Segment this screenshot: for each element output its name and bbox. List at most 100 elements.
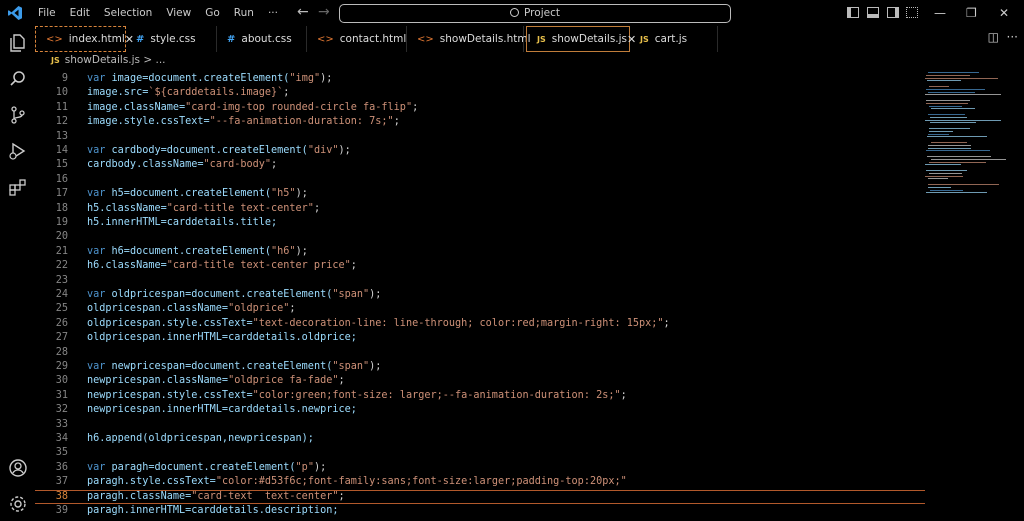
code-text: ; [350,260,357,272]
menu-edit[interactable]: Edit [63,0,97,26]
line-code: var newpricespan=document.createElement(… [87,360,381,374]
minimap-line [927,147,972,149]
minimap[interactable] [925,70,1020,230]
line-code: var h5=document.createElement("h5"); [87,187,308,201]
settings-gear-icon[interactable] [8,494,28,514]
line-code: newpricespan.innerHTML=carddetails.newpr… [87,403,357,417]
minimap-line [926,150,990,152]
tab-about-css[interactable]: # about.css [217,26,307,52]
line-code: image.src=`${carddetails.image}`; [87,86,289,100]
keyword: var [87,361,106,372]
line-number: 13 [55,130,68,142]
close-window-icon[interactable]: ✕ [999,2,1009,24]
tab-label: showDetails.html [439,33,531,45]
menu-file[interactable]: File [31,0,63,26]
minimap-line [929,161,987,163]
toggle-sidebar-icon[interactable] [847,7,859,18]
minimap-line [927,72,980,73]
line-code: newpricespan.className="oldprice fa-fade… [87,374,345,388]
code-line: 21 var h6=document.createElement("h6"); [35,245,925,259]
string-literal: "card-body" [203,159,272,171]
string-literal: "color:green;font-size: larger;--fa-anim… [252,389,621,401]
vertical-scrollbar[interactable] [1016,70,1024,521]
code-line: 31 newpricespan.style.cssText="color:gree… [35,389,925,403]
minimap-line [926,74,971,76]
tab-style-css[interactable]: # style.css [126,26,217,52]
breadcrumb-symbols[interactable]: > ... [143,54,165,66]
minimap-line [928,91,976,93]
code-line: 24 var oldpricespan=document.createElemen… [35,288,925,302]
code-text: ; [289,303,296,315]
forward-arrow-icon[interactable]: → [318,4,330,20]
source-control-icon[interactable] [8,105,28,125]
code-text: ; [412,101,419,113]
string-literal: "p" [295,461,314,473]
menu-view[interactable]: View [159,0,198,26]
line-number: 36 [55,461,68,473]
tab-showdetails-js[interactable]: JS showDetails.js ✕ [526,26,636,52]
menu-selection[interactable]: Selection [97,0,159,26]
line-number: 38 [55,490,68,502]
customize-layout-icon[interactable] [906,7,918,18]
html-file-icon: <> [417,33,434,45]
keyword: var [87,289,106,300]
code-text: newpricespan.className= [87,375,229,387]
line-code: oldpricespan.className="oldprice"; [87,302,296,316]
breadcrumb-file[interactable]: showDetails.js [65,54,140,66]
restore-icon[interactable]: ❐ [966,2,977,24]
code-line: 18 h5.className="card-title text-center"; [35,202,925,216]
minimize-icon[interactable]: — [934,2,946,24]
tab-showdetails-html[interactable]: <> showDetails.html [407,26,531,52]
minimap-line [930,122,976,124]
split-editor-icon[interactable]: ◫ [988,30,999,44]
minimap-line [927,186,951,188]
code-text: image.className= [87,101,186,113]
explorer-icon[interactable] [8,33,28,53]
code-text: oldpricespan.className= [87,303,229,315]
editor-actions: ◫ ··· [988,30,1018,44]
code-line: 36 var paragh=document.createElement("p")… [35,461,925,475]
line-code: oldpricespan.style.cssText="text-decorat… [87,317,670,331]
code-line: 34 h6.append(oldpricespan,newpricespan); [35,432,925,446]
menu-run[interactable]: Run [227,0,261,26]
line-number: 27 [55,332,68,344]
tab-cart-js[interactable]: JS cart.js [630,26,718,52]
tab-contact-html[interactable]: <> contact.html [307,26,407,52]
tab-index-html[interactable]: <> index.html ✕ [35,26,134,52]
string-literal: "card-text text-center" [191,490,339,502]
menu-more[interactable]: ··· [261,0,285,26]
line-code: cardbody.className="card-body"; [87,158,277,172]
minimap-line [926,170,967,171]
back-arrow-icon[interactable]: ← [297,4,309,20]
code-line: 16 [35,173,925,187]
line-number: 15 [55,159,68,171]
account-icon[interactable] [8,458,28,478]
string-literal: "card-title text-center" [166,202,314,214]
minimap-line [927,178,949,180]
more-actions-icon[interactable]: ··· [1007,30,1018,44]
minimap-line [926,88,986,90]
html-file-icon: <> [46,33,63,45]
minimap-line [925,164,962,166]
code-text: image.style.cssText= [87,116,210,128]
line-code: h6.append(oldpricespan,newpricespan); [87,432,314,446]
run-debug-icon[interactable] [8,141,28,161]
code-text: ; [620,389,627,401]
menu-go[interactable]: Go [198,0,227,26]
minimap-line [925,94,1002,96]
minimap-line [925,119,1001,121]
code-text: cardbody.className= [87,159,204,171]
minimap-line [927,80,961,82]
search-icon[interactable] [8,69,28,89]
string-literal: "oldprice fa-fade" [228,375,339,387]
toggle-secondary-sidebar-icon[interactable] [887,7,899,18]
title-bar: File Edit Selection View Go Run ··· ← → … [0,0,1024,26]
command-center-search[interactable]: Project [339,4,731,23]
tab-label: style.css [150,33,196,45]
extensions-icon[interactable] [8,177,28,197]
toggle-panel-icon[interactable] [867,7,879,18]
tab-label: cart.js [654,33,688,45]
minimap-line [929,116,968,118]
code-editor[interactable]: 9 var image=document.createElement("img")… [35,70,925,521]
code-line-current: 38 paragh.className="card-text text-cente… [35,489,925,504]
